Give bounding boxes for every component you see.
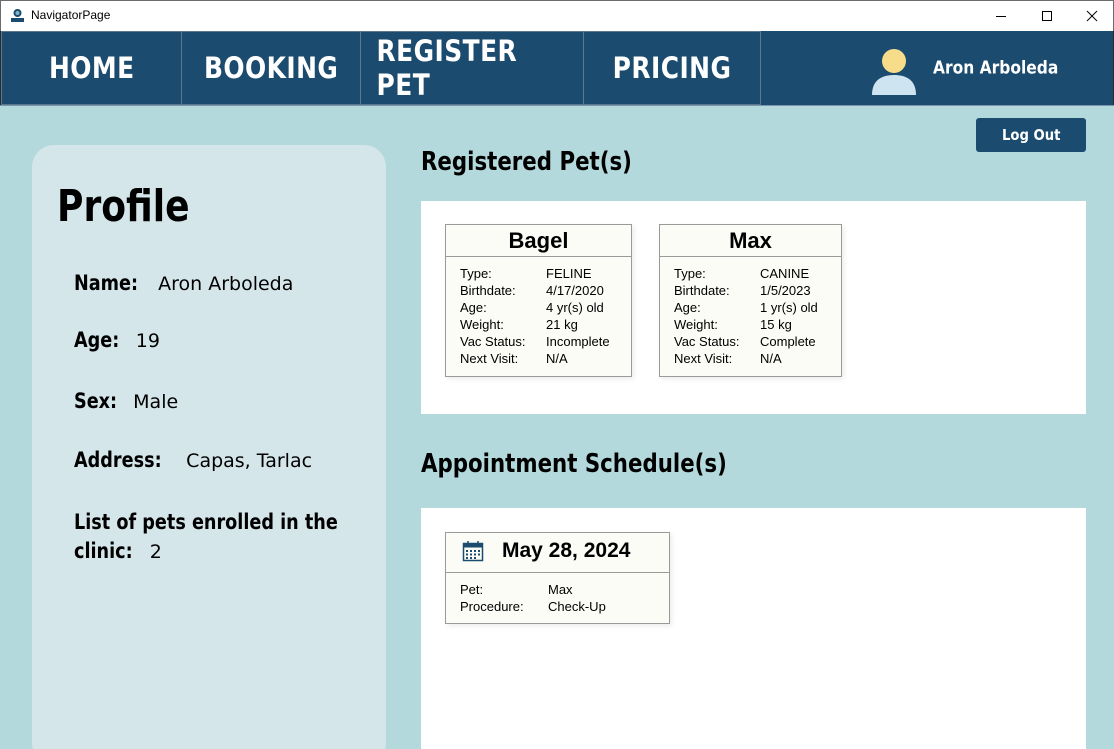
tab-pricing-label: PRICING bbox=[612, 51, 732, 85]
pet-next-visit-row: Next Visit: N/A bbox=[674, 351, 782, 366]
calendar-icon bbox=[462, 541, 484, 562]
pets-count-value: 2 bbox=[149, 541, 162, 563]
profile-title: Profile bbox=[57, 181, 190, 232]
profile-sex-field: Sex: Male bbox=[74, 389, 178, 414]
window-titlebar: NavigatorPage bbox=[0, 0, 1114, 31]
pet-weight-row: Weight: 21 kg bbox=[460, 317, 578, 332]
user-avatar-icon[interactable] bbox=[869, 45, 919, 95]
sex-value: Male bbox=[133, 391, 179, 413]
sex-label: Sex: bbox=[74, 389, 118, 413]
profile-address-field: Address: Capas, Tarlac bbox=[74, 448, 312, 473]
tab-pricing[interactable]: PRICING bbox=[583, 31, 761, 105]
pet-type-row: Type: FELINE bbox=[460, 266, 592, 281]
appointments-heading: Appointment Schedule(s) bbox=[421, 449, 727, 479]
maximize-button[interactable] bbox=[1024, 1, 1070, 31]
profile-pets-count-field-line2: clinic: 2 bbox=[74, 539, 162, 564]
app-icon bbox=[11, 9, 24, 22]
pets-count-label-line2: clinic: bbox=[74, 539, 133, 563]
address-label: Address: bbox=[74, 448, 162, 472]
registered-pets-heading: Registered Pet(s) bbox=[421, 147, 632, 177]
pet-weight-row: Weight: 15 kg bbox=[674, 317, 792, 332]
tab-home-label: HOME bbox=[48, 51, 135, 85]
tab-register-pet-label: REGISTER PET bbox=[376, 34, 518, 102]
nav-divider bbox=[0, 105, 1114, 106]
pet-age-row: Age: 1 yr(s) old bbox=[674, 300, 818, 315]
pet-vac-status-row: Vac Status: Incomplete bbox=[460, 334, 610, 349]
pet-age-row: Age: 4 yr(s) old bbox=[460, 300, 604, 315]
pet-next-visit-row: Next Visit: N/A bbox=[460, 351, 568, 366]
pet-card[interactable]: Bagel Type: FELINE Birthdate: 4/17/2020 Ag… bbox=[445, 224, 632, 377]
address-value: Capas, Tarlac bbox=[186, 450, 313, 472]
tab-home[interactable]: HOME bbox=[1, 31, 182, 105]
appointment-date: May 28, 2024 bbox=[502, 539, 631, 562]
tab-register-pet[interactable]: REGISTER PET bbox=[360, 31, 584, 105]
appointment-pet-row: Pet: Max bbox=[460, 582, 573, 597]
pet-type-row: Type: CANINE bbox=[674, 266, 810, 281]
profile-name-field: Name: Aron Arboleda bbox=[74, 271, 293, 296]
appointment-procedure-row: Procedure: Check-Up bbox=[460, 599, 606, 614]
appointment-header: May 28, 2024 bbox=[446, 533, 669, 573]
pet-card[interactable]: Max Type: CANINE Birthdate: 1/5/2023 Age: 1… bbox=[659, 224, 842, 377]
pets-count-label: List of pets enrolled in the bbox=[74, 510, 338, 534]
profile-age-field: Age: 19 bbox=[74, 328, 160, 353]
pet-name: Bagel bbox=[446, 225, 631, 257]
tab-booking[interactable]: BOOKING bbox=[181, 31, 361, 105]
minimize-icon bbox=[996, 16, 1006, 17]
close-icon bbox=[1086, 10, 1098, 22]
name-label: Name: bbox=[74, 271, 139, 295]
tab-booking-label: BOOKING bbox=[203, 51, 339, 85]
logout-button[interactable]: Log Out bbox=[976, 118, 1086, 152]
pet-vac-status-row: Vac Status: Complete bbox=[674, 334, 816, 349]
profile-pets-count-field: List of pets enrolled in the bbox=[74, 510, 388, 535]
pet-birthdate-row: Birthdate: 4/17/2020 bbox=[460, 283, 604, 298]
pet-birthdate-row: Birthdate: 1/5/2023 bbox=[674, 283, 811, 298]
appointment-card[interactable]: May 28, 2024 Pet: Max Procedure: Check-Up bbox=[445, 532, 670, 624]
profile-card bbox=[32, 145, 386, 749]
age-value: 19 bbox=[135, 330, 160, 352]
age-label: Age: bbox=[74, 328, 120, 352]
pet-name: Max bbox=[660, 225, 841, 257]
name-value: Aron Arboleda bbox=[158, 273, 294, 295]
close-button[interactable] bbox=[1069, 1, 1114, 31]
window-title: NavigatorPage bbox=[31, 8, 111, 22]
maximize-icon bbox=[1042, 11, 1052, 21]
user-name[interactable]: Aron Arboleda bbox=[933, 58, 1079, 79]
minimize-button[interactable] bbox=[978, 1, 1024, 31]
